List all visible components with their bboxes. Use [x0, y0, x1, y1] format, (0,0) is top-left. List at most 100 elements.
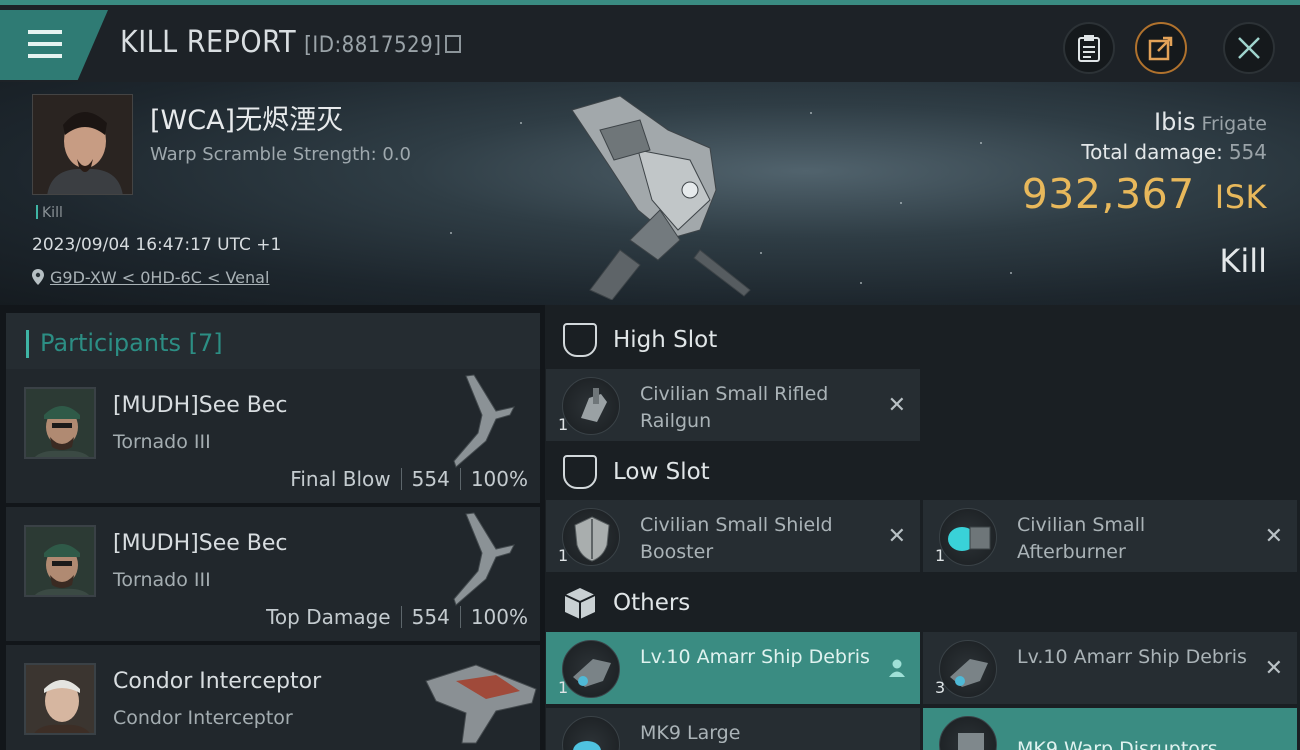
module-item[interactable]: 1 Lv.10 Amarr Ship Debris	[546, 632, 920, 704]
kill-timestamp: 2023/09/04 16:47:17 UTC +1	[32, 235, 282, 255]
participant-ship: Tornado III	[113, 431, 211, 453]
destroyed-icon: ✕	[887, 393, 906, 418]
close-button[interactable]	[1223, 22, 1275, 74]
total-damage: Total damage: 554	[1081, 140, 1267, 164]
report-id: [ID:8817529]	[304, 33, 442, 58]
victim-ship-name: Ibis	[1154, 108, 1196, 136]
victim-ship-image	[571, 95, 751, 300]
module-name: MK9 Large	[640, 722, 741, 744]
module-icon	[939, 716, 997, 750]
participant-percent: 100%	[470, 467, 528, 491]
clipboard-button[interactable]	[1063, 22, 1115, 74]
participant-avatar	[24, 525, 96, 597]
participant-damage: 554	[411, 467, 450, 491]
participant-percent: 100%	[470, 605, 528, 629]
participants-panel: Participants [7] [MUDH]See Bec Tornado I…	[0, 305, 545, 750]
page-title: KILL REPORT [ID:8817529]	[120, 25, 462, 60]
module-item[interactable]: MK9 Warp Disruptors	[923, 708, 1297, 750]
module-name: Civilian Small Afterburner	[1017, 514, 1146, 563]
kill-result: Kill	[1219, 242, 1267, 280]
participant-name: [MUDH]See Bec	[113, 531, 288, 556]
isk-value: 932,367 ISK	[1022, 170, 1267, 218]
participant-tag: Top Damage	[266, 605, 391, 629]
module-name: MK9 Warp Disruptors	[1017, 738, 1218, 750]
module-item[interactable]: 3 Lv.10 Amarr Ship Debris ✕	[923, 632, 1297, 704]
share-icon	[1148, 36, 1173, 61]
destroyed-icon: ✕	[887, 524, 906, 549]
ship-debris-icon	[562, 640, 620, 698]
others-label: Others	[613, 590, 691, 616]
participant-avatar	[24, 663, 96, 735]
location-text: G9D-XW < 0HD-6C < Venal	[50, 268, 270, 287]
participants-header[interactable]: Participants [7]	[6, 313, 540, 371]
participant-ship: Condor Interceptor	[113, 707, 293, 729]
module-quantity: 1	[935, 546, 946, 565]
participants-count: [7]	[188, 329, 223, 357]
participant-row[interactable]: [MUDH]See Bec Tornado III Final Blow 554 1…	[6, 369, 540, 503]
participant-row[interactable]: [MUDH]See Bec Tornado III Top Damage 554 1…	[6, 507, 540, 641]
victim-ship-class: Frigate	[1201, 113, 1267, 135]
high-slot-label: High Slot	[613, 327, 718, 353]
railgun-icon	[562, 377, 620, 435]
participant-ship: Tornado III	[113, 569, 211, 591]
others-header: Others	[545, 572, 1300, 634]
participant-name: [MUDH]See Bec	[113, 393, 288, 418]
participant-stats: Final Blow 554 100%	[290, 467, 528, 491]
afterburner-icon	[939, 508, 997, 566]
victim-portrait[interactable]	[32, 94, 133, 195]
module-name: Civilian Small Shield Booster	[640, 514, 833, 563]
low-slot-icon	[563, 455, 597, 489]
title-text: KILL REPORT	[120, 25, 297, 60]
participant-avatar	[24, 387, 96, 459]
module-quantity: 1	[558, 415, 569, 434]
module-item[interactable]: 1 Civilian Small Shield Booster ✕	[546, 500, 920, 572]
kill-location[interactable]: G9D-XW < 0HD-6C < Venal	[32, 268, 269, 287]
cargo-box-icon	[564, 588, 596, 619]
ship-debris-icon	[939, 640, 997, 698]
participant-row[interactable]: Condor Interceptor Condor Interceptor	[6, 645, 540, 750]
high-slot-header: High Slot	[545, 309, 1300, 371]
kill-type-label: Kill	[42, 205, 63, 221]
total-damage-value: 554	[1228, 140, 1267, 164]
kill-summary-banner: [WCA]无烬湮灭 Warp Scramble Strength: 0.0 Ki…	[0, 82, 1300, 305]
hamburger-icon	[28, 30, 62, 60]
module-name: Civilian Small Rifled Railgun	[640, 383, 829, 432]
participant-ship-image	[425, 664, 537, 744]
location-pin-icon	[32, 269, 44, 285]
participant-ship-image	[453, 512, 515, 606]
destroyed-icon: ✕	[1264, 524, 1283, 549]
copy-icon[interactable]	[445, 35, 462, 53]
participant-ship-image	[453, 374, 515, 468]
participant-tag: Final Blow	[290, 467, 391, 491]
participants-label: Participants	[40, 329, 181, 357]
high-slot-icon	[563, 323, 597, 357]
module-quantity: 1	[558, 546, 569, 565]
low-slot-label: Low Slot	[613, 459, 710, 485]
shield-booster-icon	[562, 508, 620, 566]
module-item[interactable]: 1 Civilian Small Afterburner ✕	[923, 500, 1297, 572]
kill-type-tag: Kill	[36, 205, 63, 221]
module-name: Lv.10 Amarr Ship Debris	[1017, 646, 1247, 668]
header-accent-bar	[26, 330, 29, 358]
module-icon	[562, 716, 620, 750]
participants-title: Participants [7]	[40, 329, 223, 357]
module-item[interactable]: 1 Civilian Small Rifled Railgun ✕	[546, 369, 920, 441]
top-bar: KILL REPORT [ID:8817529]	[0, 0, 1300, 82]
isk-amount: 932,367	[1021, 170, 1195, 218]
module-item[interactable]: MK9 Large	[546, 708, 920, 750]
victim-avatar-image	[33, 95, 132, 194]
module-quantity: 3	[935, 678, 946, 697]
low-slot-header: Low Slot	[545, 441, 1300, 503]
total-damage-label: Total damage:	[1081, 140, 1223, 164]
warp-scramble-strength: Warp Scramble Strength: 0.0	[150, 144, 412, 165]
clipboard-icon	[1078, 35, 1100, 62]
module-quantity: 1	[558, 678, 569, 697]
participant-damage: 554	[411, 605, 450, 629]
isk-unit: ISK	[1214, 178, 1267, 216]
menu-button[interactable]	[0, 10, 108, 80]
destroyed-icon: ✕	[1264, 656, 1283, 681]
fitting-panel: High Slot 1 Civilian Small Rifled Railgu…	[545, 305, 1300, 750]
participant-stats: Top Damage 554 100%	[266, 605, 528, 629]
participant-name: Condor Interceptor	[113, 669, 322, 694]
share-button[interactable]	[1135, 22, 1187, 74]
